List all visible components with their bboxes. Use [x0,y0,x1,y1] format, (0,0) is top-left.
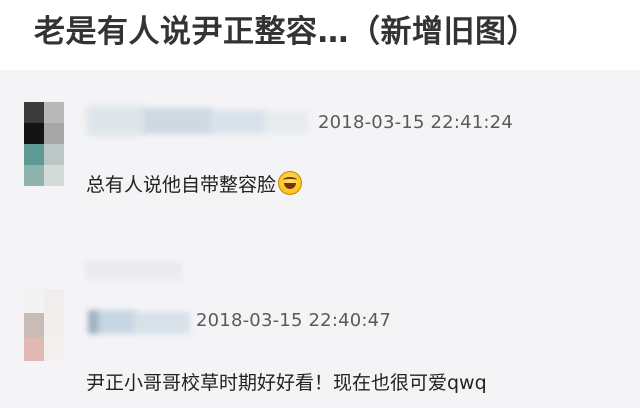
avatar-pixel [44,123,64,144]
avatar-pixel [24,165,44,186]
avatar-pixel [44,337,64,361]
avatar-pixel [24,123,44,144]
comment-text-content: 总有人说他自带整容脸 [86,174,277,196]
avatar-pixel [24,102,44,123]
page-title: 老是有人说尹正整容…（新增旧图） [34,14,538,50]
screenshot-page: 老是有人说尹正整容…（新增旧图） 2018-03-15 22:41:24 总有人… [0,0,640,408]
username-blurred[interactable] [88,306,190,336]
divider-blurred [86,262,182,280]
avatar-pixel [44,313,64,337]
avatar[interactable] [24,102,64,186]
username-blurred[interactable] [86,104,308,138]
avatar-pixel [44,289,64,313]
laughing-tears-emoji-icon [278,171,303,195]
avatar[interactable] [24,289,64,361]
comment-text: 尹正小哥哥校草时期好好看！现在也很可爱qwq [86,372,487,394]
avatar-pixel [44,144,64,165]
avatar-pixel [44,102,64,123]
avatar-pixel [24,144,44,165]
avatar-pixel [24,313,44,337]
avatar-pixel [24,337,44,361]
comment-timestamp: 2018-03-15 22:40:47 [196,310,391,331]
avatar-pixel [24,289,44,313]
comment-text: 总有人说他自带整容脸 [86,170,303,197]
comment-timestamp: 2018-03-15 22:41:24 [318,112,513,133]
avatar-pixel [44,165,64,186]
